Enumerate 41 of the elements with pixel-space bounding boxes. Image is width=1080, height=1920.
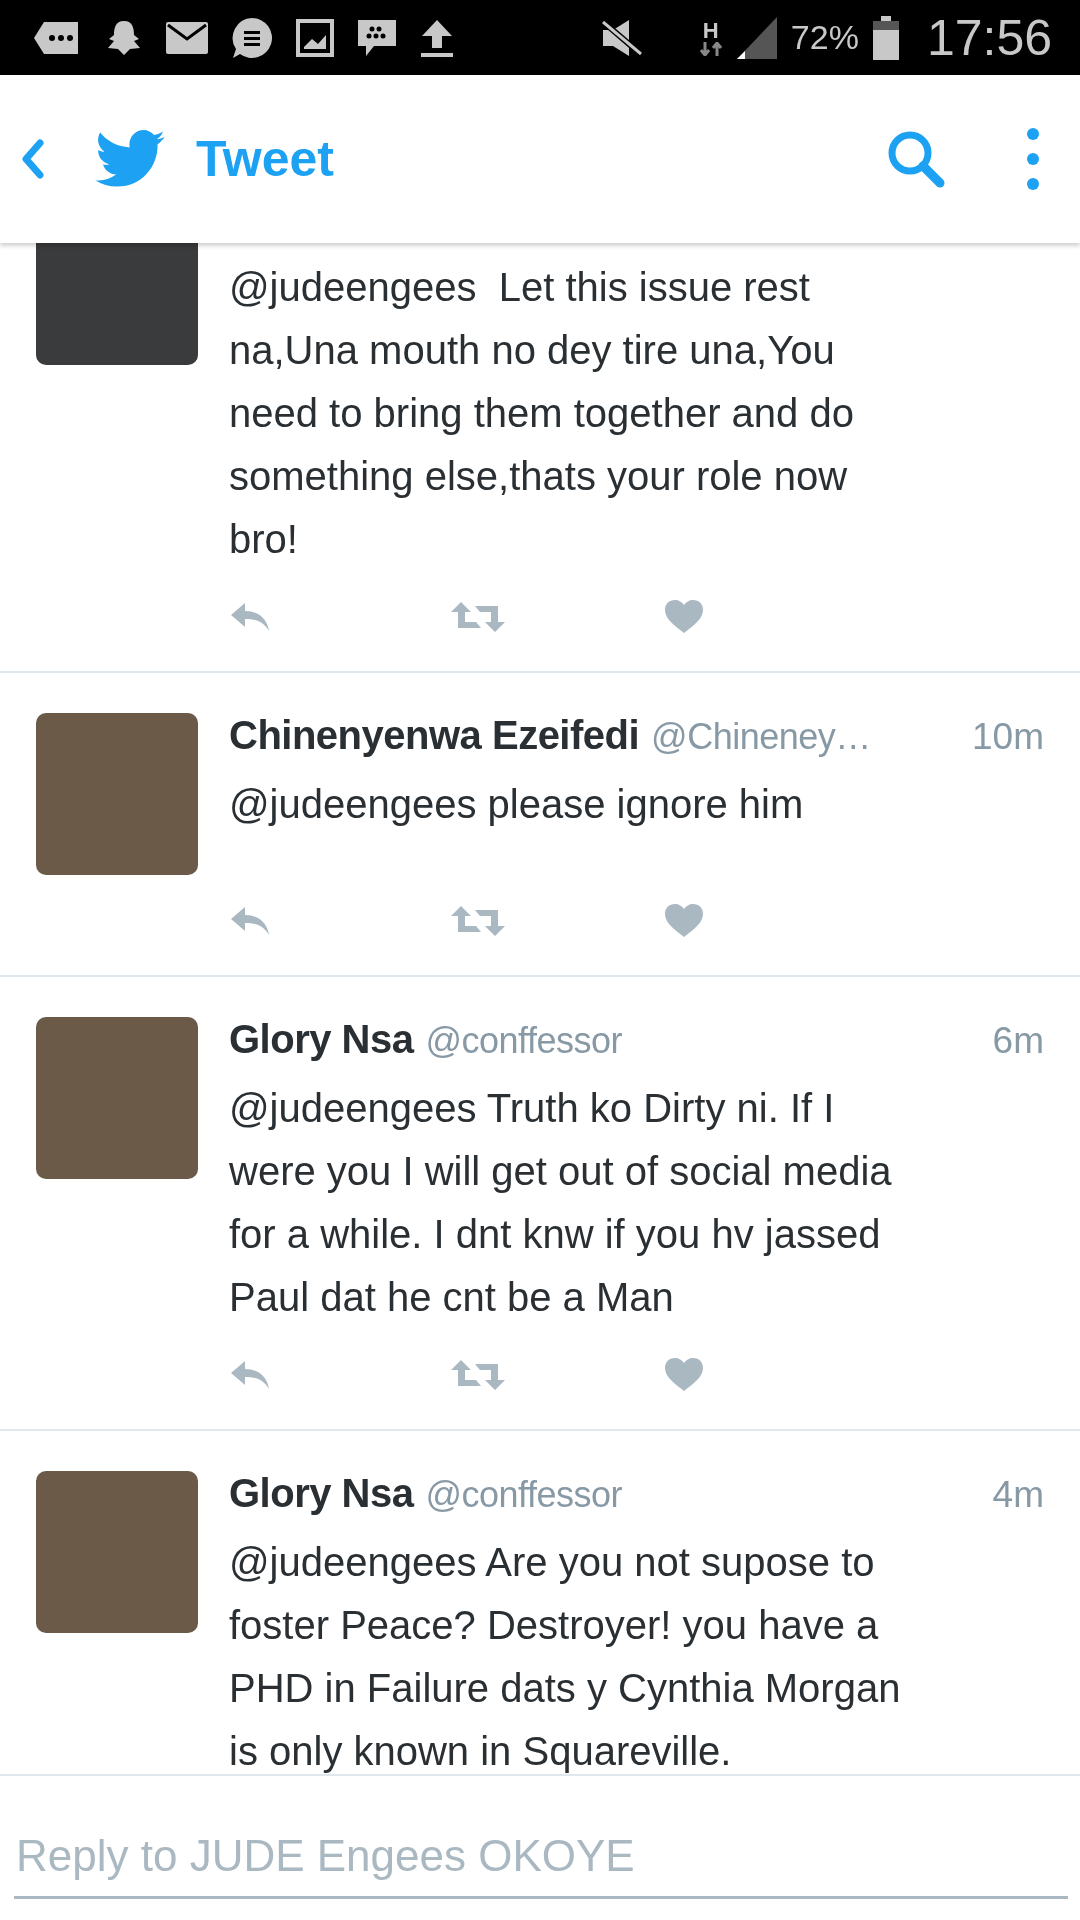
avatar-photo-placeholder[interactable] bbox=[36, 243, 198, 365]
chat-bubble-icon bbox=[230, 15, 274, 60]
tweet-text: @judeengees please ignore him bbox=[229, 781, 805, 828]
image-icon bbox=[296, 18, 334, 57]
retweet-icon[interactable] bbox=[451, 1358, 505, 1392]
heart-icon[interactable] bbox=[665, 904, 703, 938]
retweet-icon[interactable] bbox=[451, 904, 505, 938]
heart-icon[interactable] bbox=[665, 1358, 703, 1392]
user-name[interactable]: Glory Nsa bbox=[229, 1471, 414, 1516]
user-name[interactable]: Glory Nsa bbox=[229, 1017, 414, 1062]
heart-icon[interactable] bbox=[665, 600, 703, 634]
tweet-time: 6m bbox=[992, 1020, 1044, 1062]
avatar-photo-placeholder[interactable] bbox=[36, 713, 198, 875]
tweet-time: 10m bbox=[972, 716, 1044, 758]
avatar-photo-placeholder[interactable] bbox=[36, 1017, 198, 1179]
screen-title: Tweet bbox=[196, 130, 335, 188]
tweet-text: @judeengees Are you not supose to foster Peace? Destroyer! you have a PHD in Failure dats y Cynthia Morgan is only known in Squareville. bbox=[229, 1539, 902, 1774]
signal-icon bbox=[736, 16, 777, 59]
messenger-icon bbox=[356, 17, 398, 58]
battery-icon bbox=[872, 15, 899, 60]
reply-field[interactable]: Reply to JUDE Engees OKOYE bbox=[14, 1816, 1068, 1899]
tweet-text: @judeengees Let this issue rest na,Una mouth no dey tire una,You need to bring them together and do something else,thats your role now bro! bbox=[229, 264, 855, 563]
mail-icon bbox=[166, 21, 208, 54]
reply-icon[interactable] bbox=[229, 601, 271, 633]
more-options-icon[interactable] bbox=[1026, 127, 1040, 191]
tweet-text: @judeengees Truth ko Dirty ni. If I were you I will get out of social media for a while. I dnt knw if you hv jassed Paul dat he cnt be a Man bbox=[229, 1085, 893, 1321]
user-handle: @Chineney… bbox=[651, 716, 872, 758]
retweet-icon[interactable] bbox=[451, 600, 505, 634]
bird-logo-icon bbox=[94, 130, 166, 188]
user-handle: @conffessor bbox=[425, 1020, 623, 1062]
search-icon[interactable] bbox=[886, 129, 946, 189]
battery-percentage: 72% bbox=[790, 18, 859, 57]
back-icon[interactable] bbox=[22, 139, 44, 179]
clock: 17:56 bbox=[926, 8, 1052, 67]
reply-icon[interactable] bbox=[229, 905, 271, 937]
user-name[interactable]: Chinenyenwa Ezeifedi bbox=[229, 713, 640, 758]
network-indicator: H bbox=[698, 19, 723, 56]
avatar-photo-placeholder[interactable] bbox=[36, 1471, 198, 1633]
user-handle: @conffessor bbox=[425, 1474, 623, 1516]
tweet-time: 4m bbox=[992, 1474, 1044, 1516]
reply-icon[interactable] bbox=[229, 1359, 271, 1391]
